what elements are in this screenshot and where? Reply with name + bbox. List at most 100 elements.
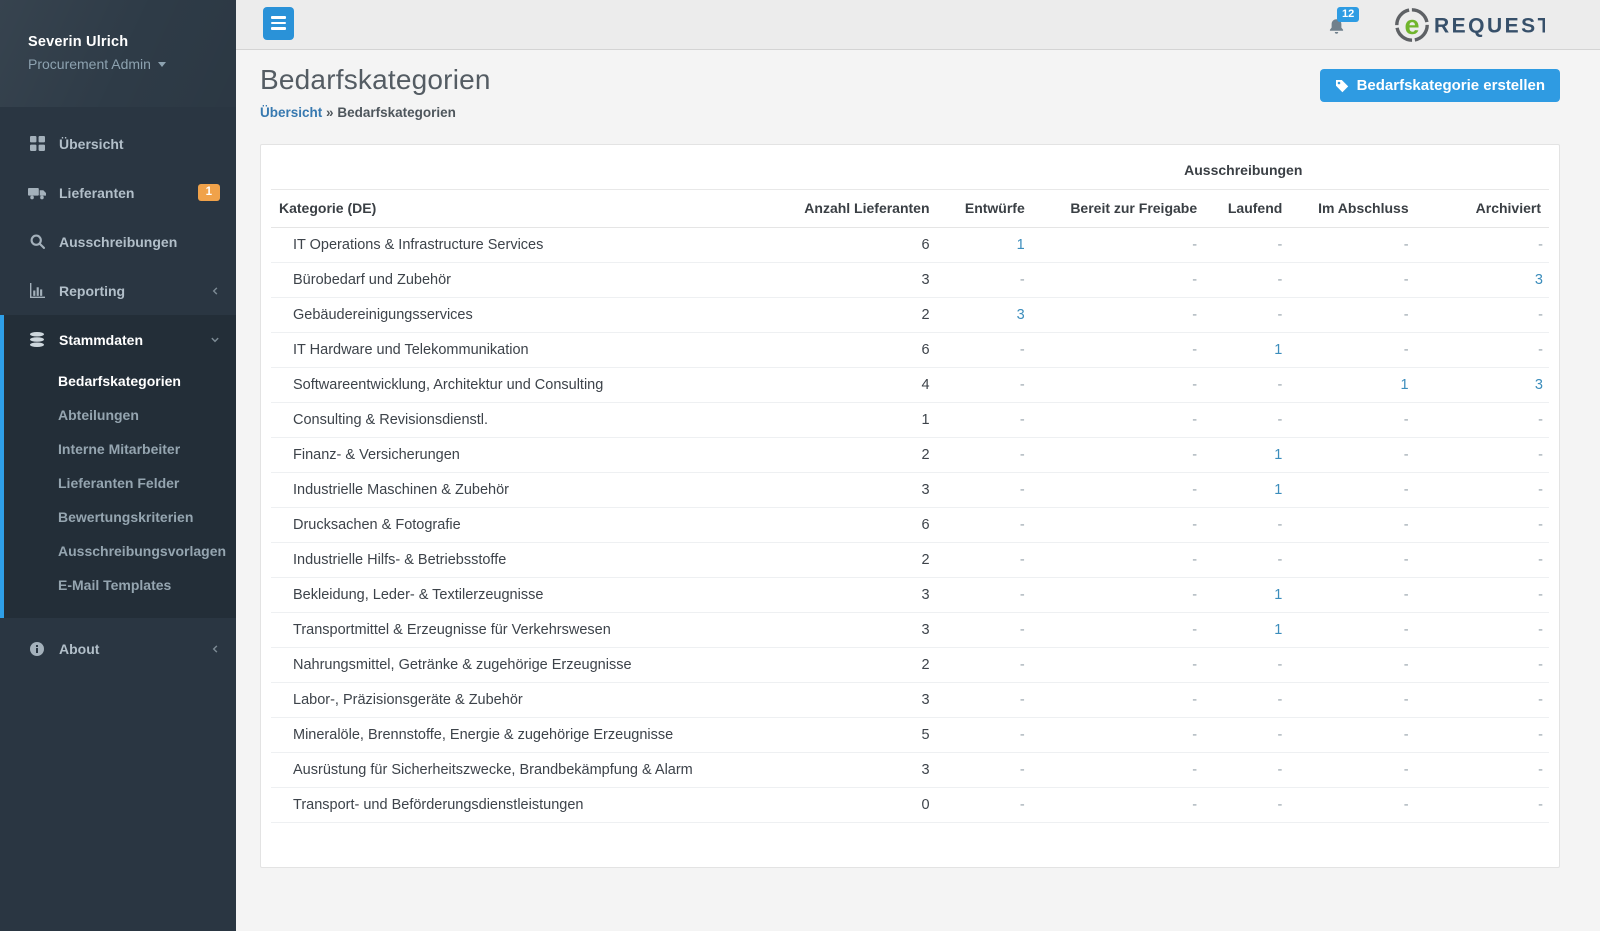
breadcrumb-home-link[interactable]: Übersicht [260,105,322,120]
app-logo: e REQUEST [1393,6,1545,44]
chevron-down-icon [210,335,220,344]
laufend-cell: - [1205,298,1290,333]
archiviert-cell: - [1417,683,1549,718]
submenu-item-ausschreibungsvorlagen[interactable]: Ausschreibungsvorlagen [4,534,236,568]
user-panel: Severin Ulrich Procurement Admin [0,0,236,107]
im-abschluss-cell: - [1290,508,1416,543]
ausschreibung-count-link[interactable]: 1 [1274,342,1282,358]
category-cell: IT Hardware und Telekommunikation [271,333,792,368]
sidebar-toggle-button[interactable] [263,7,294,40]
user-name: Severin Ulrich [28,34,216,50]
navbar-right: 12 e REQUEST [1328,6,1545,44]
submenu-item-abteilungen[interactable]: Abteilungen [4,398,236,432]
laufend-cell: - [1205,508,1290,543]
group-header-row: Ausschreibungen [271,151,1549,190]
archiviert-cell: - [1417,438,1549,473]
create-category-button[interactable]: Bedarfskategorie erstellen [1320,69,1560,102]
archiviert-cell: - [1417,228,1549,263]
submenu-item-bewertungskriterien[interactable]: Bewertungskriterien [4,500,236,534]
main-area: 12 e REQUEST Bedarfskategorien Übersicht… [236,0,1600,931]
column-header-anzahl-lieferanten: Anzahl Lieferanten [792,190,937,228]
group-header-ausschreibungen: Ausschreibungen [938,151,1549,190]
ausschreibung-count-link[interactable]: 3 [1535,377,1543,393]
sidebar-item-ausschreibungen[interactable]: Ausschreibungen [0,217,236,266]
im-abschluss-cell: - [1290,333,1416,368]
supplier-count-cell: 6 [792,333,937,368]
bereit-zur-freigabe-cell: - [1033,403,1205,438]
laufend-cell: - [1205,753,1290,788]
archiviert-cell: - [1417,298,1549,333]
chevron-left-icon [211,644,220,654]
table-row: Drucksachen & Fotografie6----- [271,508,1549,543]
table-row: Nahrungsmittel, Getränke & zugehörige Er… [271,648,1549,683]
laufend-cell: - [1205,683,1290,718]
ausschreibung-count-link[interactable]: 1 [1274,447,1282,463]
category-cell: Bekleidung, Leder- & Textilerzeugnisse [271,578,792,613]
column-header-entwuerfe: Entwürfe [938,190,1033,228]
ausschreibung-count-link[interactable]: 1 [1274,587,1282,603]
user-role-label: Procurement Admin [28,56,151,72]
category-cell: Consulting & Revisionsdienstl. [271,403,792,438]
sidebar-item-about[interactable]: About [0,624,236,673]
ausschreibung-count-link[interactable]: 1 [1274,482,1282,498]
entwuerfe-cell: - [938,648,1033,683]
user-role-dropdown[interactable]: Procurement Admin [28,56,216,72]
breadcrumb-current: Bedarfskategorien [337,105,456,120]
sidebar-item-stammdaten[interactable]: Stammdaten [4,315,236,364]
table-row: IT Hardware und Telekommunikation6--1-- [271,333,1549,368]
bereit-zur-freigabe-cell: - [1033,228,1205,263]
im-abschluss-cell: - [1290,788,1416,823]
chevron-left-icon [211,286,220,296]
supplier-count-cell: 5 [792,718,937,753]
sidebar-item-reporting[interactable]: Reporting [0,266,236,315]
sidebar-item-uebersicht[interactable]: Übersicht [0,119,236,168]
bar-chart-icon [28,283,46,298]
archiviert-cell: - [1417,718,1549,753]
sidebar-item-lieferanten[interactable]: Lieferanten 1 [0,168,236,217]
supplier-count-cell: 3 [792,473,937,508]
ausschreibung-count-link[interactable]: 3 [1535,272,1543,288]
supplier-count-cell: 2 [792,543,937,578]
column-header-archiviert: Archiviert [1417,190,1549,228]
archiviert-cell: 3 [1417,368,1549,403]
laufend-cell: - [1205,718,1290,753]
truck-icon [28,185,46,200]
laufend-cell: - [1205,648,1290,683]
sidebar-item-label: About [59,641,99,657]
table-row: Consulting & Revisionsdienstl.1----- [271,403,1549,438]
im-abschluss-cell: - [1290,543,1416,578]
top-navbar: 12 e REQUEST [236,0,1600,50]
im-abschluss-cell: - [1290,403,1416,438]
supplier-count-cell: 2 [792,648,937,683]
archiviert-cell: - [1417,473,1549,508]
notifications-button[interactable]: 12 [1328,18,1345,38]
bereit-zur-freigabe-cell: - [1033,683,1205,718]
ausschreibung-count-link[interactable]: 1 [1401,377,1409,393]
submenu-item-bedarfskategorien[interactable]: Bedarfskategorien [4,364,236,398]
submenu-item-lieferanten-felder[interactable]: Lieferanten Felder [4,466,236,500]
entwuerfe-cell: - [938,473,1033,508]
table-row: Mineralöle, Brennstoffe, Energie & zugeh… [271,718,1549,753]
laufend-cell: - [1205,263,1290,298]
column-header-kategorie: Kategorie (DE) [271,190,792,228]
entwuerfe-cell: - [938,718,1033,753]
laufend-cell: 1 [1205,438,1290,473]
category-cell: Labor-, Präzisionsgeräte & Zubehör [271,683,792,718]
submenu-item-interne-mitarbeiter[interactable]: Interne Mitarbeiter [4,432,236,466]
ausschreibung-count-link[interactable]: 1 [1274,622,1282,638]
entwuerfe-cell: - [938,403,1033,438]
sidebar-treeview-stammdaten: Stammdaten Bedarfskategorien Abteilungen… [0,315,236,618]
im-abschluss-cell: - [1290,613,1416,648]
im-abschluss-cell: - [1290,648,1416,683]
supplier-count-cell: 3 [792,613,937,648]
sidebar-item-label: Lieferanten [59,185,134,201]
column-header-im-abschluss: Im Abschluss [1290,190,1416,228]
archiviert-cell: - [1417,648,1549,683]
ausschreibung-count-link[interactable]: 3 [1017,307,1025,323]
table-row: IT Operations & Infrastructure Services6… [271,228,1549,263]
category-cell: Softwareentwicklung, Architektur und Con… [271,368,792,403]
bereit-zur-freigabe-cell: - [1033,438,1205,473]
table-row: Industrielle Hilfs- & Betriebsstoffe2---… [271,543,1549,578]
submenu-item-email-templates[interactable]: E-Mail Templates [4,568,236,602]
ausschreibung-count-link[interactable]: 1 [1017,237,1025,253]
